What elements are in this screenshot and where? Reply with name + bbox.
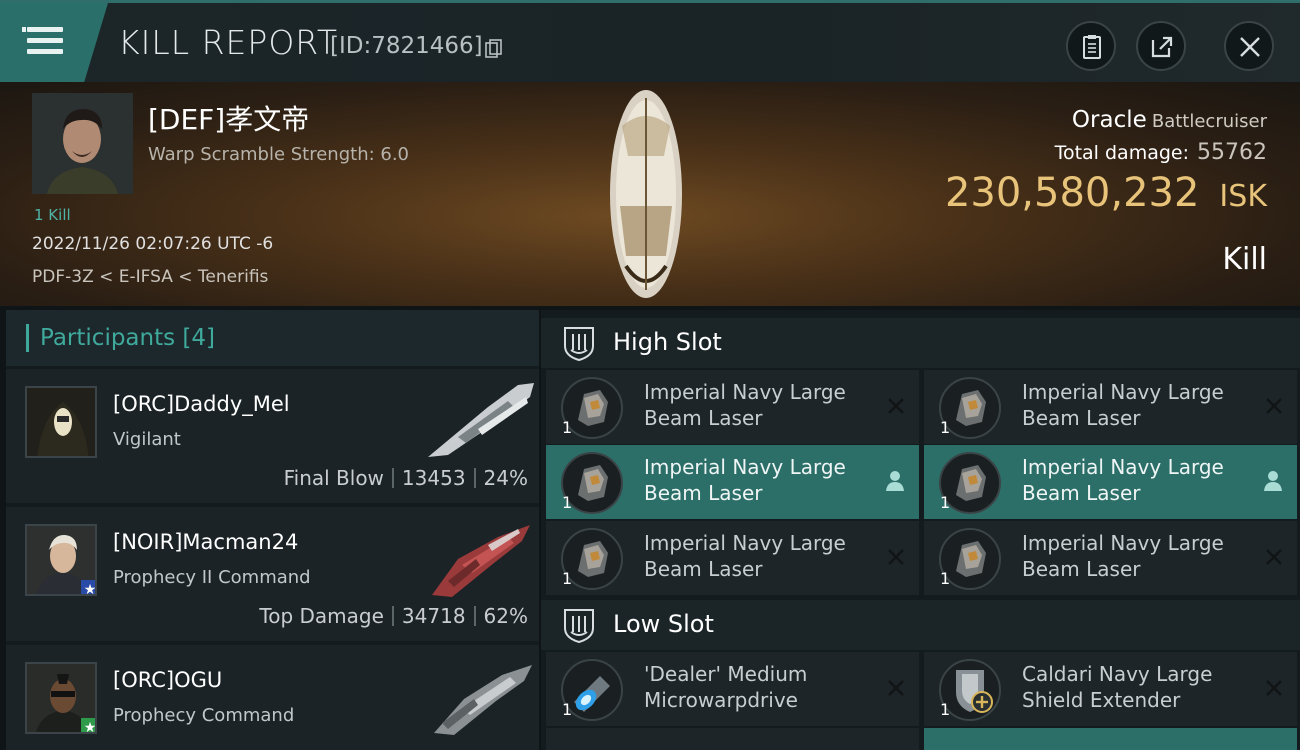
close-icon	[1240, 37, 1260, 57]
x-icon	[888, 680, 904, 696]
module-item[interactable]: 1 Imperial Navy Large Beam Laser	[924, 445, 1297, 519]
module-quantity: 1	[562, 569, 573, 588]
participant-name: [NOIR]Macman24	[113, 530, 299, 554]
module-quantity: 1	[562, 418, 573, 437]
person-icon	[886, 471, 904, 491]
ship-name[interactable]: Oracle	[1072, 107, 1147, 133]
svg-text:★: ★	[84, 720, 97, 734]
participant-percent: 62%	[483, 604, 528, 628]
module-item[interactable]: 1 Imperial Navy Large Beam Laser	[924, 370, 1297, 444]
module-quantity: 1	[562, 493, 573, 512]
ship-class: Battlecruiser	[1151, 111, 1267, 132]
module-name: Imperial Navy Large Beam Laser	[1022, 531, 1224, 581]
x-icon	[1266, 680, 1282, 696]
participant-percent: 24%	[483, 466, 528, 490]
top-bar: KILL REPORT [ID:7821466]	[0, 0, 1300, 82]
victim-portrait[interactable]	[32, 93, 133, 194]
module-item[interactable]: 1 Imperial Navy Large Beam Laser	[546, 445, 919, 519]
module-quantity: 1	[940, 493, 951, 512]
x-icon	[1266, 549, 1282, 565]
isk-unit: ISK	[1219, 179, 1267, 214]
fitting-panel: High Slot 1 Imperial Navy Large Beam Las…	[541, 310, 1300, 750]
participant-ship-image	[434, 665, 532, 735]
module-name: Imperial Navy Large Beam Laser	[1022, 455, 1224, 505]
avatar	[25, 386, 97, 458]
hamburger-icon	[22, 27, 26, 32]
total-damage-value: 55762	[1197, 140, 1267, 165]
victim-summary: [DEF]孝文帝 Warp Scramble Strength: 6.0 1 K…	[0, 82, 1300, 306]
participant-ship-image	[428, 383, 534, 457]
warp-scramble-strength: Warp Scramble Strength: 6.0	[148, 144, 410, 165]
participant-row[interactable]: ★ [NOIR]Macman24 Prophecy II Command Top…	[6, 507, 539, 641]
participant-ship: Vigilant	[113, 429, 181, 450]
victim-name[interactable]: [DEF]孝文帝	[148, 98, 309, 138]
module-name: Imperial Navy Large Beam Laser	[644, 455, 846, 505]
participant-damage: 13453	[401, 466, 466, 490]
participant-role: Final Blow	[283, 466, 384, 490]
participant-stats: Final Blow 13453 24%	[284, 466, 528, 490]
avatar: ★	[25, 662, 97, 734]
participant-ship-image	[432, 525, 530, 597]
participants-panel: Participants [4] [ORC]Daddy_Mel Vigilant…	[6, 310, 539, 750]
participant-ship: Prophecy II Command	[113, 567, 311, 588]
avatar: ★	[25, 524, 97, 596]
module-name: Imperial Navy Large Beam Laser	[644, 531, 846, 581]
x-icon	[1266, 398, 1282, 414]
kill-id: [ID:7821466]	[330, 33, 483, 59]
module-name: Caldari Navy Large Shield Extender	[1022, 662, 1213, 712]
clipboard-icon	[1083, 35, 1101, 59]
victim-ship-image[interactable]	[596, 86, 696, 302]
copy-icon[interactable]	[485, 39, 502, 59]
module-quantity: 1	[562, 700, 573, 719]
participant-role: Top Damage	[259, 604, 384, 628]
participant-row[interactable]: ★ [ORC]OGU Prophecy Command	[6, 645, 539, 750]
x-icon	[888, 549, 904, 565]
module-quantity: 1	[940, 569, 951, 588]
participants-label: Participants	[40, 325, 176, 351]
low-slot-header: Low Slot	[541, 600, 1300, 650]
clipboard-button[interactable]	[1066, 21, 1116, 71]
module-name: Imperial Navy Large Beam Laser	[644, 380, 846, 430]
module-quantity: 1	[940, 700, 951, 719]
module-item[interactable]: 1 Imperial Navy Large Beam Laser	[546, 370, 919, 444]
module-item[interactable]: 1 Imperial Navy Large Beam Laser	[546, 521, 919, 595]
kill-date: 2022/11/26 02:07:26 UTC -6	[32, 234, 274, 254]
participants-count: [4]	[182, 325, 216, 351]
low-slot-label: Low Slot	[613, 610, 714, 638]
x-icon	[888, 398, 904, 414]
share-button[interactable]	[1136, 21, 1186, 71]
high-slot-header: High Slot	[541, 318, 1300, 368]
participant-name: [ORC]Daddy_Mel	[113, 392, 290, 416]
page-title: KILL REPORT	[118, 23, 338, 62]
high-slot-label: High Slot	[613, 328, 722, 356]
module-name: 'Dealer' Medium Microwarpdrive	[644, 662, 808, 712]
result-label: Kill	[1222, 242, 1267, 277]
close-button[interactable]	[1224, 21, 1274, 71]
kill-count: 1 Kill	[34, 206, 71, 224]
module-item[interactable]: 1 Caldari Navy Large Shield Extender	[924, 652, 1297, 726]
isk-value: 230,580,232 ISK	[945, 170, 1267, 216]
high-slot-icon	[564, 327, 594, 362]
svg-text:★: ★	[84, 582, 97, 596]
share-icon	[1151, 36, 1173, 58]
module-item[interactable]: 1 Imperial Navy Large Beam Laser	[924, 521, 1297, 595]
participant-name: [ORC]OGU	[113, 668, 223, 692]
module-item[interactable]	[546, 728, 919, 750]
isk-amount: 230,580,232	[944, 170, 1200, 216]
participant-ship: Prophecy Command	[113, 705, 295, 726]
total-damage: Total damage: 55762	[1054, 140, 1267, 165]
module-item[interactable]: 1 'Dealer' Medium Microwarpdrive	[546, 652, 919, 726]
participant-row[interactable]: [ORC]Daddy_Mel Vigilant Final Blow 13453 2…	[6, 369, 539, 503]
menu-button[interactable]	[0, 3, 108, 82]
participant-damage: 34718	[401, 604, 466, 628]
module-item[interactable]	[924, 728, 1297, 750]
module-quantity: 1	[940, 418, 951, 437]
victim-ship-type: Oracle Battlecruiser	[1072, 107, 1267, 133]
kill-location: PDF-3Z < E-IFSA < Tenerifis	[32, 267, 269, 287]
participants-header: Participants [4]	[6, 310, 539, 366]
participant-stats: Top Damage 34718 62%	[259, 604, 528, 628]
low-slot-icon	[564, 609, 594, 644]
person-icon	[1264, 471, 1282, 491]
module-name: Imperial Navy Large Beam Laser	[1022, 380, 1224, 430]
